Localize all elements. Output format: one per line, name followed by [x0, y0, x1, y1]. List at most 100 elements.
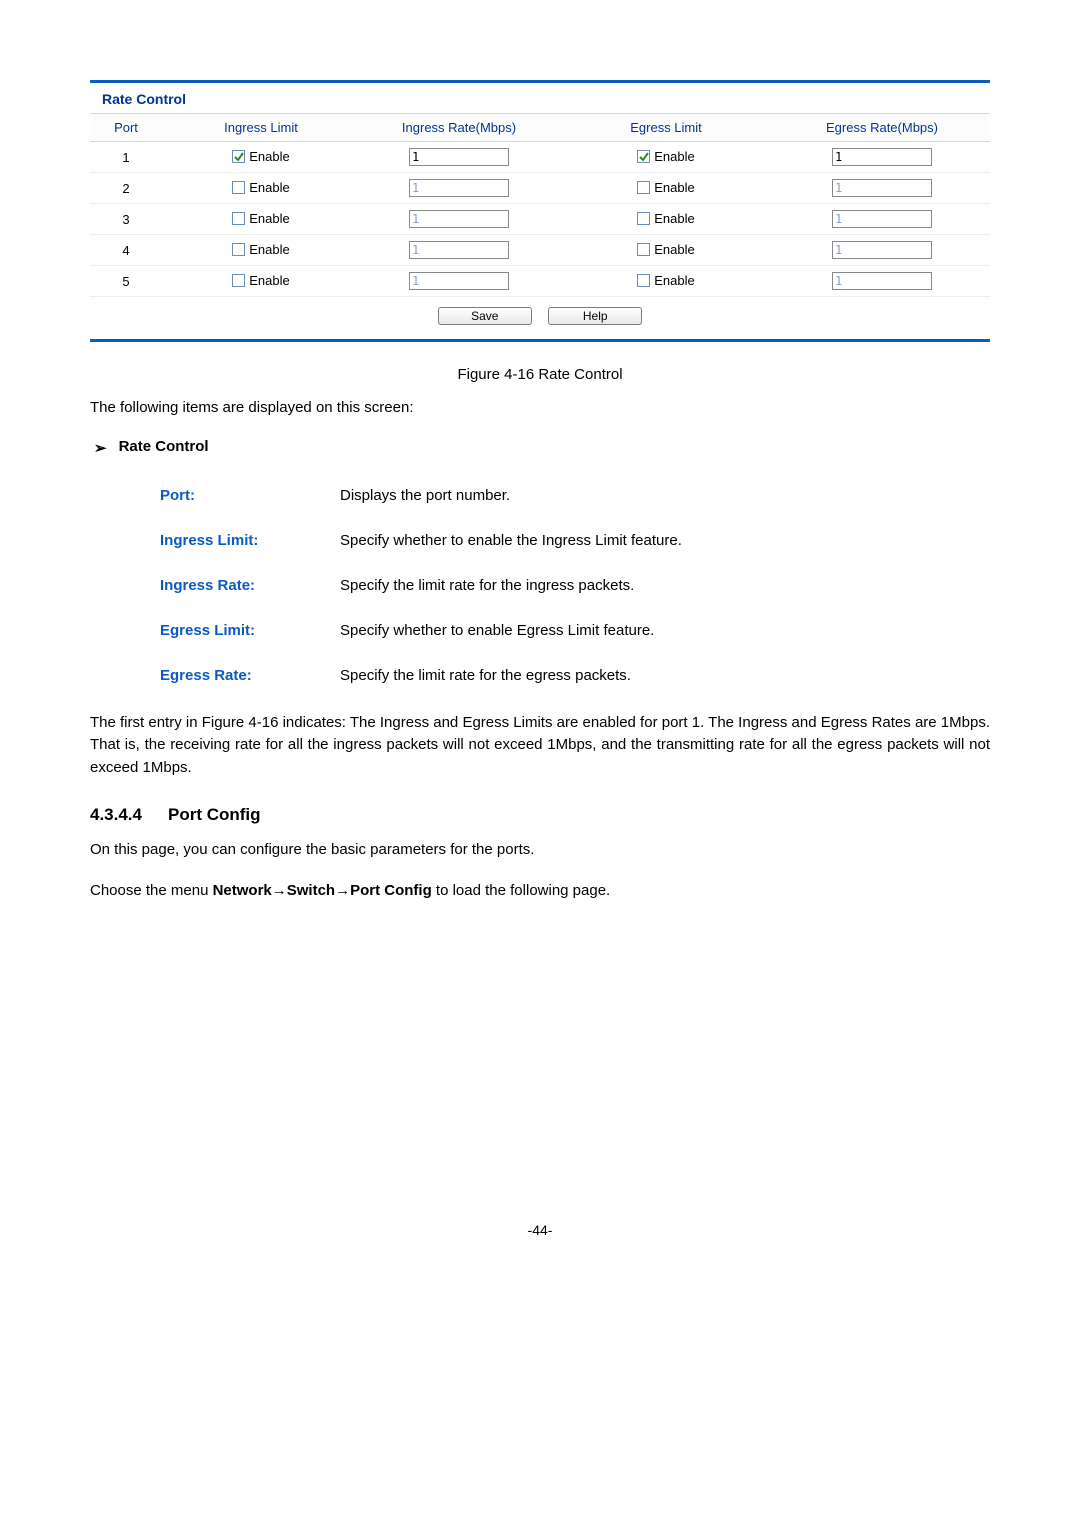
egress-limit-cell: Enable	[558, 204, 774, 235]
egress-limit-checkbox[interactable]	[637, 212, 650, 225]
definition-description: Specify whether to enable Egress Limit f…	[340, 622, 654, 639]
ingress-limit-cell: Enable	[162, 235, 360, 266]
egress-limit-cell: Enable	[558, 142, 774, 173]
ingress-limit-cell: Enable	[162, 173, 360, 204]
rate-control-panel: Rate Control Port Ingress Limit Ingress …	[90, 80, 990, 342]
egress-rate-cell	[774, 142, 990, 173]
ingress-limit-checkbox[interactable]	[232, 243, 245, 256]
egress-limit-checkbox[interactable]	[637, 181, 650, 194]
definition-list: Port:Displays the port number. Ingress Li…	[160, 487, 990, 684]
definition-term: Egress Limit:	[160, 622, 340, 639]
ingress-limit-checkbox[interactable]	[232, 274, 245, 287]
ingress-limit-checkbox[interactable]	[232, 212, 245, 225]
ingress-limit-checkbox[interactable]	[232, 150, 245, 163]
port-cell: 1	[90, 142, 162, 173]
ingress-rate-input[interactable]	[409, 148, 509, 166]
ingress-limit-label: Enable	[249, 149, 289, 164]
col-port: Port	[90, 114, 162, 142]
ingress-rate-input[interactable]	[409, 241, 509, 259]
table-row: 2 Enable Enable	[90, 173, 990, 204]
explanation-paragraph: The first entry in Figure 4-16 indicates…	[90, 712, 990, 780]
ingress-limit-label: Enable	[249, 211, 289, 226]
ingress-limit-label: Enable	[249, 242, 289, 257]
ingress-rate-cell	[360, 142, 558, 173]
definition-description: Displays the port number.	[340, 487, 510, 504]
definition-term: Egress Rate:	[160, 667, 340, 684]
rate-control-table: Port Ingress Limit Ingress Rate(Mbps) Eg…	[90, 113, 990, 297]
panel-button-row: Save Help	[90, 297, 990, 339]
definition-row: Ingress Rate:Specify the limit rate for …	[160, 577, 990, 594]
egress-limit-checkbox[interactable]	[637, 274, 650, 287]
egress-rate-cell	[774, 266, 990, 297]
col-ingress-limit: Ingress Limit	[162, 114, 360, 142]
egress-limit-cell: Enable	[558, 266, 774, 297]
port-cell: 2	[90, 173, 162, 204]
egress-rate-cell	[774, 173, 990, 204]
menu-path: Network→Switch→Port Config	[213, 882, 432, 899]
egress-rate-input[interactable]	[832, 148, 932, 166]
definition-description: Specify the limit rate for the ingress p…	[340, 577, 634, 594]
ingress-rate-cell	[360, 266, 558, 297]
ingress-limit-cell: Enable	[162, 204, 360, 235]
save-button[interactable]: Save	[438, 307, 532, 325]
ingress-limit-checkbox[interactable]	[232, 181, 245, 194]
definition-description: Specify the limit rate for the egress pa…	[340, 667, 631, 684]
egress-rate-input[interactable]	[832, 272, 932, 290]
egress-limit-label: Enable	[654, 242, 694, 257]
ingress-rate-input[interactable]	[409, 210, 509, 228]
egress-rate-cell	[774, 204, 990, 235]
section-title: Port Config	[168, 805, 261, 824]
ingress-limit-label: Enable	[249, 180, 289, 195]
egress-limit-label: Enable	[654, 149, 694, 164]
definition-term: Port:	[160, 487, 340, 504]
egress-rate-input[interactable]	[832, 241, 932, 259]
page-number: -44-	[90, 1222, 990, 1238]
bullet-rate-control: ➢ Rate Control	[94, 438, 990, 459]
table-row: 5 Enable Enable	[90, 266, 990, 297]
ingress-rate-cell	[360, 204, 558, 235]
egress-rate-input[interactable]	[832, 210, 932, 228]
definition-row: Egress Rate:Specify the limit rate for t…	[160, 667, 990, 684]
section-heading: 4.3.4.4 Port Config	[90, 805, 990, 825]
intro-line: The following items are displayed on thi…	[90, 397, 990, 420]
definition-term: Ingress Limit:	[160, 532, 340, 549]
egress-limit-label: Enable	[654, 273, 694, 288]
help-button[interactable]: Help	[548, 307, 642, 325]
definition-row: Egress Limit:Specify whether to enable E…	[160, 622, 990, 639]
ingress-rate-input[interactable]	[409, 179, 509, 197]
menu-prefix: Choose the menu	[90, 882, 213, 899]
section-number: 4.3.4.4	[90, 805, 142, 824]
port-cell: 5	[90, 266, 162, 297]
egress-limit-checkbox[interactable]	[637, 243, 650, 256]
egress-limit-label: Enable	[654, 211, 694, 226]
menu-path-line: Choose the menu Network→Switch→Port Conf…	[90, 880, 990, 903]
panel-title: Rate Control	[90, 83, 990, 113]
ingress-rate-cell	[360, 173, 558, 204]
bullet-label: Rate Control	[119, 438, 209, 455]
table-row: 3 Enable Enable	[90, 204, 990, 235]
definition-term: Ingress Rate:	[160, 577, 340, 594]
egress-limit-checkbox[interactable]	[637, 150, 650, 163]
egress-rate-input[interactable]	[832, 179, 932, 197]
ingress-rate-input[interactable]	[409, 272, 509, 290]
definition-description: Specify whether to enable the Ingress Li…	[340, 532, 682, 549]
ingress-limit-label: Enable	[249, 273, 289, 288]
egress-limit-cell: Enable	[558, 173, 774, 204]
definition-row: Ingress Limit:Specify whether to enable …	[160, 532, 990, 549]
egress-limit-cell: Enable	[558, 235, 774, 266]
port-cell: 3	[90, 204, 162, 235]
ingress-rate-cell	[360, 235, 558, 266]
ingress-limit-cell: Enable	[162, 142, 360, 173]
col-ingress-rate: Ingress Rate(Mbps)	[360, 114, 558, 142]
col-egress-rate: Egress Rate(Mbps)	[774, 114, 990, 142]
menu-suffix: to load the following page.	[432, 882, 610, 899]
egress-rate-cell	[774, 235, 990, 266]
port-config-intro: On this page, you can configure the basi…	[90, 839, 990, 862]
table-row: 1 Enable Enable	[90, 142, 990, 173]
col-egress-limit: Egress Limit	[558, 114, 774, 142]
ingress-limit-cell: Enable	[162, 266, 360, 297]
table-row: 4 Enable Enable	[90, 235, 990, 266]
figure-caption: Figure 4-16 Rate Control	[90, 366, 990, 383]
definition-row: Port:Displays the port number.	[160, 487, 990, 504]
port-cell: 4	[90, 235, 162, 266]
